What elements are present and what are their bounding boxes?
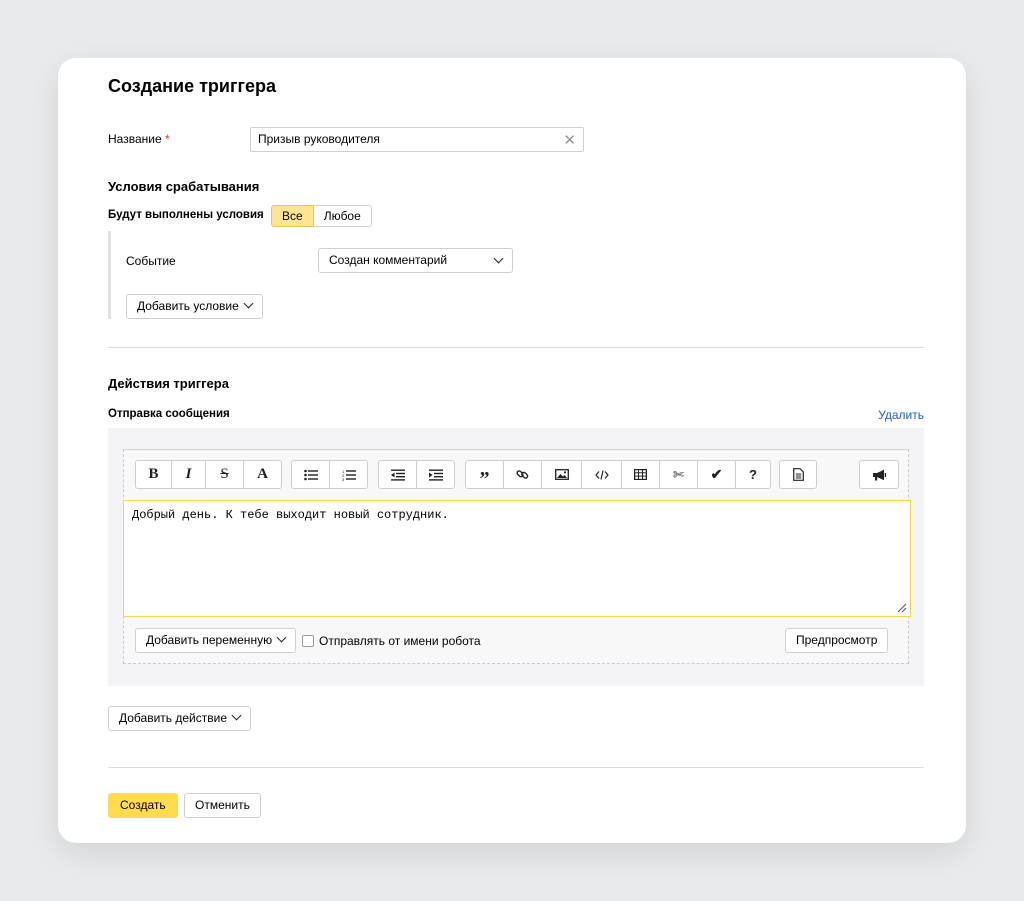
indent-button[interactable] — [417, 460, 455, 489]
match-mode-label: Будут выполнены условия — [108, 209, 264, 221]
add-action-label: Добавить действие — [119, 711, 227, 725]
megaphone-button[interactable] — [859, 460, 899, 489]
condition-group-bar — [108, 231, 111, 319]
italic-icon: I — [185, 466, 192, 482]
action-title: Отправка сообщения — [108, 408, 230, 420]
send-message-action: B I S A 123 ” ✄ ✔ ? Добрый день. К тебе … — [108, 428, 924, 686]
strikethrough-button[interactable]: S — [206, 460, 244, 489]
image-icon — [554, 469, 569, 480]
code-icon — [594, 469, 609, 480]
message-editor: B I S A 123 ” ✄ ✔ ? Добрый день. К тебе … — [123, 449, 911, 664]
name-label-text: Название — [108, 132, 162, 146]
required-mark: * — [164, 132, 170, 146]
code-button[interactable] — [582, 460, 622, 489]
create-button[interactable]: Создать — [108, 793, 178, 818]
event-select[interactable]: Создан комментарий — [318, 248, 513, 273]
strikethrough-icon: S — [220, 466, 229, 482]
checkmark-icon: ✔ — [710, 466, 723, 482]
match-mode-segmented-control: Все Любое — [271, 205, 372, 227]
quote-button[interactable]: ” — [465, 460, 504, 489]
resize-handle-icon[interactable] — [897, 603, 907, 613]
chevron-down-icon — [231, 710, 242, 721]
cancel-button[interactable]: Отменить — [184, 793, 261, 818]
help-button[interactable]: ? — [736, 460, 771, 489]
link-button[interactable] — [504, 460, 542, 489]
name-field-row: Название * Призыв руководителя ✕ — [108, 127, 584, 153]
outdent-icon — [390, 469, 405, 481]
indent-group — [378, 460, 455, 489]
numbered-list-button[interactable]: 123 — [330, 460, 368, 489]
name-input-value: Призыв руководителя — [258, 132, 380, 146]
message-text: Добрый день. К тебе выходит новый сотруд… — [132, 508, 449, 522]
insert-group: ” ✄ ✔ ? — [465, 460, 771, 489]
editor-footer: Добавить переменную Отправлять от имени … — [124, 628, 908, 654]
preview-button[interactable]: Предпросмотр — [785, 628, 889, 653]
table-icon — [634, 469, 647, 480]
conditions-heading: Условия срабатывания — [108, 179, 260, 194]
document-icon — [792, 468, 804, 481]
send-as-robot-checkbox[interactable] — [302, 635, 314, 647]
table-button[interactable] — [622, 460, 660, 489]
match-any-option[interactable]: Любое — [313, 205, 372, 227]
indent-icon — [428, 469, 443, 481]
document-button[interactable] — [779, 460, 817, 489]
list-group: 123 — [291, 460, 368, 489]
section-divider — [108, 347, 924, 348]
bulleted-list-icon — [303, 469, 318, 480]
chevron-down-icon — [493, 253, 504, 264]
preview-label: Предпросмотр — [796, 633, 878, 647]
actions-heading: Действия триггера — [108, 376, 229, 391]
chevron-down-icon — [276, 632, 287, 643]
add-action-button[interactable]: Добавить действие — [108, 706, 251, 731]
bold-button[interactable]: B — [135, 460, 172, 489]
message-textarea[interactable]: Добрый день. К тебе выходит новый сотруд… — [123, 500, 911, 617]
numbered-list-icon: 123 — [342, 469, 356, 481]
cut-icon: ✄ — [673, 466, 684, 482]
link-icon — [516, 470, 529, 479]
footer-divider — [108, 767, 924, 768]
event-label: Событие — [126, 254, 176, 268]
checkmark-button[interactable]: ✔ — [698, 460, 736, 489]
page-title: Создание триггера — [108, 76, 276, 96]
megaphone-icon — [872, 469, 886, 480]
image-button[interactable] — [542, 460, 582, 489]
bulleted-list-button[interactable] — [291, 460, 330, 489]
format-group: B I S A — [135, 460, 282, 489]
chevron-down-icon — [243, 298, 254, 309]
cancel-label: Отменить — [195, 798, 250, 812]
help-icon: ? — [749, 467, 757, 482]
quote-icon: ” — [479, 467, 490, 490]
add-condition-label: Добавить условие — [137, 299, 239, 313]
name-input[interactable]: Призыв руководителя ✕ — [250, 127, 584, 152]
italic-button[interactable]: I — [172, 460, 206, 489]
template-group — [779, 460, 817, 489]
add-variable-button[interactable]: Добавить переменную — [135, 628, 297, 653]
clear-icon[interactable]: ✕ — [563, 131, 576, 149]
send-as-robot-label[interactable]: Отправлять от имени робота — [319, 634, 481, 648]
add-condition-button[interactable]: Добавить условие — [126, 294, 263, 319]
name-label: Название * — [108, 132, 170, 146]
add-variable-label: Добавить переменную — [146, 633, 273, 647]
match-all-option[interactable]: Все — [271, 205, 314, 227]
font-color-button[interactable]: A — [244, 460, 282, 489]
font-color-icon: A — [257, 466, 268, 482]
cut-button[interactable]: ✄ — [660, 460, 698, 489]
event-select-value: Создан комментарий — [329, 253, 448, 267]
trigger-form-card: Создание триггера Название * Призыв руко… — [58, 58, 966, 843]
delete-action-link[interactable]: Удалить — [878, 408, 924, 422]
announce-group — [859, 460, 899, 489]
editor-toolbar: B I S A 123 ” ✄ ✔ ? — [124, 450, 908, 500]
bold-icon: B — [148, 466, 159, 482]
svg-text:3: 3 — [342, 477, 345, 481]
outdent-button[interactable] — [378, 460, 417, 489]
